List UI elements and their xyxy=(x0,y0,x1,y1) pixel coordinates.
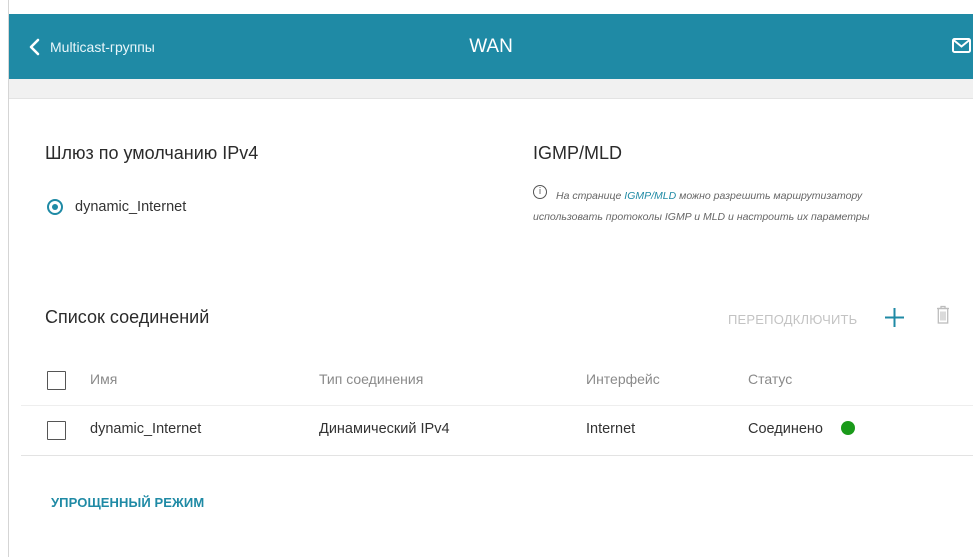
status-indicator-dot xyxy=(841,421,855,435)
back-label: Multicast-группы xyxy=(50,38,155,55)
plus-icon[interactable] xyxy=(884,307,905,328)
igmp-heading: IGMP/MLD xyxy=(533,143,623,163)
gateway-radio-label: dynamic_Internet xyxy=(75,199,187,215)
row-checkbox[interactable] xyxy=(47,421,66,440)
igmp-mld-link[interactable]: IGMP/MLD xyxy=(624,190,676,202)
igmp-info-text: На странице IGMP/MLD можно разрешить мар… xyxy=(533,186,933,228)
row-interface: Internet xyxy=(586,421,636,437)
trash-icon[interactable] xyxy=(936,305,950,324)
igmp-info-prefix: На странице xyxy=(556,190,625,202)
header-separator xyxy=(21,405,973,406)
row-separator xyxy=(21,455,973,456)
sub-header-bar xyxy=(9,79,973,99)
top-bar: Multicast-группы WAN xyxy=(9,14,973,79)
gateway-heading: Шлюз по умолчанию IPv4 xyxy=(45,143,259,163)
row-type: Динамический IPv4 xyxy=(319,421,450,437)
chevron-left-icon xyxy=(29,38,40,55)
column-header-name: Имя xyxy=(90,371,118,387)
gateway-radio-dynamic-internet[interactable] xyxy=(47,199,63,215)
connections-heading: Список соединений xyxy=(45,307,210,327)
simple-mode-link[interactable]: УПРОЩЕННЫЙ РЕЖИМ xyxy=(51,495,204,510)
back-button[interactable]: Multicast-группы xyxy=(27,14,155,79)
select-all-checkbox[interactable] xyxy=(47,371,66,390)
column-header-type: Тип соединения xyxy=(319,371,424,387)
reconnect-button[interactable]: ПЕРЕПОДКЛЮЧИТЬ xyxy=(728,312,857,327)
mail-icon[interactable] xyxy=(952,37,971,54)
column-header-status: Статус xyxy=(748,371,793,387)
column-header-interface: Интерфейс xyxy=(586,371,660,387)
row-status: Соединено xyxy=(748,421,823,437)
row-name[interactable]: dynamic_Internet xyxy=(90,421,201,437)
